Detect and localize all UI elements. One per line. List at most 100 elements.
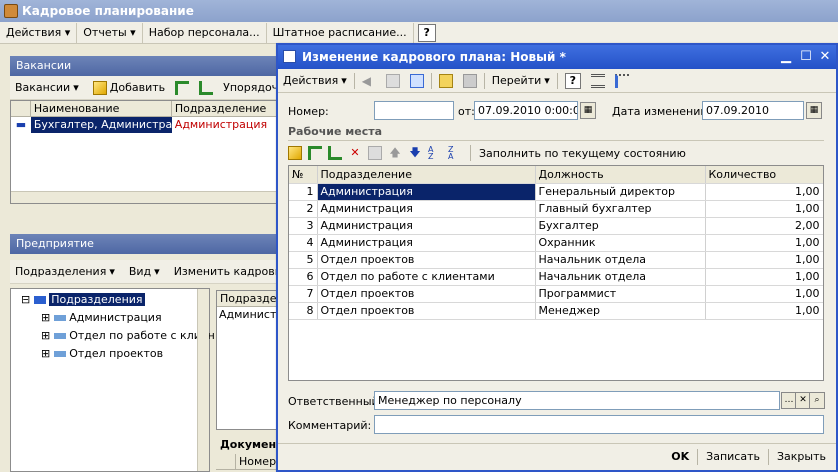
row-quantity[interactable]: 1,00: [705, 183, 823, 201]
row-number[interactable]: 3: [289, 217, 318, 235]
row-number[interactable]: 6: [289, 268, 318, 286]
table-row[interactable]: ▬ Бухгалтер, Администрация Администрация: [11, 117, 279, 133]
help-button[interactable]: ?: [417, 23, 436, 42]
table-row[interactable]: Администрати: [217, 307, 279, 323]
list-view-button[interactable]: [586, 70, 610, 92]
row-position[interactable]: Главный бухгалтер: [535, 200, 706, 218]
unpost-button[interactable]: [458, 70, 482, 92]
end-edit-icon[interactable]: [368, 146, 382, 160]
row-department[interactable]: Отдел проектов: [317, 302, 536, 320]
table-row[interactable]: 2 Администрация Главный бухгалтер 1,00: [289, 200, 823, 218]
dialog-actions-menu[interactable]: Действия ▾: [278, 70, 352, 92]
row-quantity[interactable]: 1,00: [705, 251, 823, 269]
col-department[interactable]: Подразделение: [317, 166, 536, 184]
menu-reports[interactable]: Отчеты ▾: [77, 22, 143, 43]
row-department[interactable]: Администрация: [317, 217, 536, 235]
maximize-button[interactable]: ☐: [798, 49, 814, 65]
col-department[interactable]: Подразделение: [172, 101, 279, 116]
move-left-button[interactable]: ◀: [357, 70, 381, 92]
row-position[interactable]: Начальник отдела: [535, 268, 706, 286]
table-row[interactable]: 8 Отдел проектов Менеджер 1,00: [289, 302, 823, 320]
tree-item[interactable]: ⊞ Отдел по работе с клиен: [21, 327, 215, 345]
fill-current-state-button[interactable]: Заполнить по текущему состоянию: [479, 147, 686, 160]
date-field[interactable]: 07.09.2010 0:00:00: [474, 101, 578, 120]
row-quantity[interactable]: 2,00: [705, 217, 823, 235]
tree-root[interactable]: ⊟ Подразделения: [21, 291, 209, 309]
row-position[interactable]: Охранник: [535, 234, 706, 252]
change-date-field[interactable]: 07.09.2010: [702, 101, 804, 120]
structure-button[interactable]: [610, 70, 634, 92]
departments-menu-button[interactable]: Подразделения ▾: [10, 261, 120, 283]
row-number[interactable]: 1: [289, 183, 318, 201]
save-button[interactable]: Записать: [700, 447, 766, 467]
row-department[interactable]: Администрация: [317, 200, 536, 218]
copy-row-icon[interactable]: [328, 146, 342, 160]
row-quantity[interactable]: 1,00: [705, 285, 823, 303]
col-department[interactable]: Подразделе: [217, 291, 279, 306]
row-position[interactable]: Менеджер: [535, 302, 706, 320]
vacancies-menu-button[interactable]: Вакансии ▾: [10, 77, 84, 99]
minimize-button[interactable]: ▁: [778, 49, 794, 65]
tree-item[interactable]: ⊞ Администрация: [21, 309, 209, 327]
row-quantity[interactable]: 1,00: [705, 268, 823, 286]
tree-item[interactable]: ⊞ Отдел проектов: [21, 345, 209, 363]
close-dialog-button[interactable]: Закрыть: [771, 447, 832, 467]
calendar-icon[interactable]: ▦: [806, 102, 822, 119]
horizontal-scrollbar[interactable]: [11, 191, 279, 203]
table-row[interactable]: 6 Отдел по работе с клиентами Начальник от…: [289, 268, 823, 286]
view-menu-button[interactable]: Вид ▾: [124, 261, 165, 283]
table-row[interactable]: 5 Отдел проектов Начальник отдела 1,00: [289, 251, 823, 269]
table-row[interactable]: 1 Администрация Генеральный директор 1,00: [289, 183, 823, 201]
goto-menu[interactable]: Перейти ▾: [487, 70, 555, 92]
sort-desc-icon[interactable]: ZA: [448, 146, 462, 161]
table-row[interactable]: 4 Администрация Охранник 1,00: [289, 234, 823, 252]
comment-field[interactable]: [374, 415, 824, 434]
table-row[interactable]: 3 Администрация Бухгалтер 2,00: [289, 217, 823, 235]
menu-staff-schedule[interactable]: Штатное расписание...: [267, 22, 414, 43]
col-number[interactable]: Номер: [236, 454, 280, 469]
grid-button[interactable]: [381, 70, 405, 92]
refresh-button[interactable]: [405, 70, 429, 92]
row-department[interactable]: Отдел проектов: [317, 285, 536, 303]
col-name[interactable]: Наименование: [31, 101, 172, 116]
add-sub-row-icon[interactable]: [308, 146, 322, 160]
delete-row-icon[interactable]: ✕: [348, 146, 362, 160]
row-position[interactable]: Бухгалтер: [535, 217, 706, 235]
sort-asc-icon[interactable]: AZ: [428, 146, 442, 161]
row-department[interactable]: Администрация: [317, 183, 536, 201]
number-field[interactable]: [374, 101, 454, 120]
hierarchy-up-button[interactable]: [170, 77, 194, 99]
move-down-icon[interactable]: 🡇: [408, 146, 422, 160]
search-icon[interactable]: ⌕: [809, 392, 825, 409]
move-up-icon[interactable]: 🡅: [388, 146, 402, 160]
ok-button[interactable]: OK: [665, 447, 695, 467]
row-quantity[interactable]: 1,00: [705, 234, 823, 252]
table-row[interactable]: 7 Отдел проектов Программист 1,00: [289, 285, 823, 303]
post-button[interactable]: [434, 70, 458, 92]
row-number[interactable]: 7: [289, 285, 318, 303]
row-position[interactable]: Программист: [535, 285, 706, 303]
row-department[interactable]: Отдел по работе с клиентами: [317, 268, 536, 286]
row-department[interactable]: Администрация: [317, 234, 536, 252]
close-button[interactable]: ✕: [817, 49, 833, 65]
row-position[interactable]: Начальник отдела: [535, 251, 706, 269]
menu-staff-recruitment[interactable]: Набор персонала...: [143, 22, 267, 43]
responsible-field[interactable]: Менеджер по персоналу: [374, 391, 780, 410]
row-number[interactable]: 5: [289, 251, 318, 269]
col-quantity[interactable]: Количество: [705, 166, 823, 184]
row-quantity[interactable]: 1,00: [705, 302, 823, 320]
menu-actions[interactable]: Действия ▾: [0, 22, 78, 43]
vertical-scrollbar[interactable]: [197, 289, 209, 471]
calendar-icon[interactable]: ▦: [580, 102, 596, 119]
row-number[interactable]: 8: [289, 302, 318, 320]
row-position[interactable]: Генеральный директор: [535, 183, 706, 201]
dialog-help-button[interactable]: ?: [560, 70, 586, 92]
add-row-icon[interactable]: [288, 146, 302, 160]
row-department[interactable]: Отдел проектов: [317, 251, 536, 269]
row-number[interactable]: 2: [289, 200, 318, 218]
row-number[interactable]: 4: [289, 234, 318, 252]
hierarchy-down-button[interactable]: [194, 77, 218, 99]
col-position[interactable]: Должность: [535, 166, 706, 184]
col-num[interactable]: №: [289, 166, 318, 184]
row-quantity[interactable]: 1,00: [705, 200, 823, 218]
